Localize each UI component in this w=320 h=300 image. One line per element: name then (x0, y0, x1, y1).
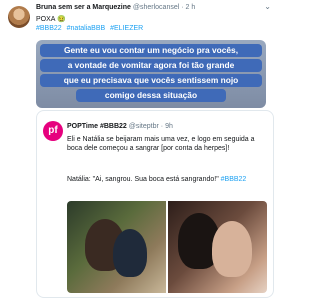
hashtag-link[interactable]: #BBB22 (36, 25, 62, 32)
quoted-media[interactable] (67, 201, 267, 293)
hashtag-link[interactable]: #ELIEZER (110, 25, 143, 32)
quoted-avatar[interactable]: pf (43, 121, 63, 141)
person-shape (212, 221, 252, 277)
avatar[interactable] (8, 6, 30, 28)
media-image-right[interactable] (168, 201, 267, 293)
hashtag-link[interactable]: #BBB22 (221, 176, 247, 183)
media-image-left[interactable] (67, 201, 166, 293)
quoted-text-2: Natália: "Ai, sangrou. Sua boca está san… (67, 175, 265, 184)
banner-line: Gente eu vou contar um negócio pra vocês… (40, 44, 262, 57)
chevron-down-icon[interactable]: ⌄ (264, 2, 271, 11)
quoted-quote: Natália: "Ai, sangrou. Sua boca está san… (67, 176, 219, 183)
author-name[interactable]: Bruna sem ser a Marquezine (36, 4, 131, 11)
banner-line: a vontade de vomitar agora foi tão grand… (40, 59, 262, 72)
timestamp[interactable]: 2 h (186, 4, 196, 11)
author-handle[interactable]: @sherlocansel (133, 4, 179, 11)
banner-line: que eu precisava que vocês sentissem noj… (40, 74, 262, 87)
quoted-tweet[interactable]: pf POPTime #BBB22 @siteptbr · 9h Eli e N… (36, 110, 274, 298)
person-shape (113, 229, 147, 277)
quoted-header: POPTime #BBB22 @siteptbr · 9h (67, 123, 173, 130)
image-banner[interactable]: Gente eu vou contar um negócio pra vocês… (36, 40, 266, 108)
quoted-handle[interactable]: @siteptbr (129, 123, 159, 130)
hashtags: #BBB22 #nataliaBBB #ELIEZER (36, 25, 146, 32)
quoted-name[interactable]: POPTime (67, 123, 98, 130)
banner-line: comigo dessa situação (76, 89, 226, 102)
tweet-header: Bruna sem ser a Marquezine @sherlocansel… (36, 4, 195, 11)
tweet-card[interactable]: Bruna sem ser a Marquezine @sherlocansel… (0, 0, 279, 300)
quoted-text: Eli e Natália se beijaram mais uma vez, … (67, 136, 255, 152)
tweet-text: POXA 🤢 (36, 16, 66, 23)
quoted-timestamp[interactable]: 9h (165, 123, 173, 130)
quoted-name-tag: #BBB22 (99, 123, 127, 130)
hashtag-link[interactable]: #nataliaBBB (67, 25, 106, 32)
